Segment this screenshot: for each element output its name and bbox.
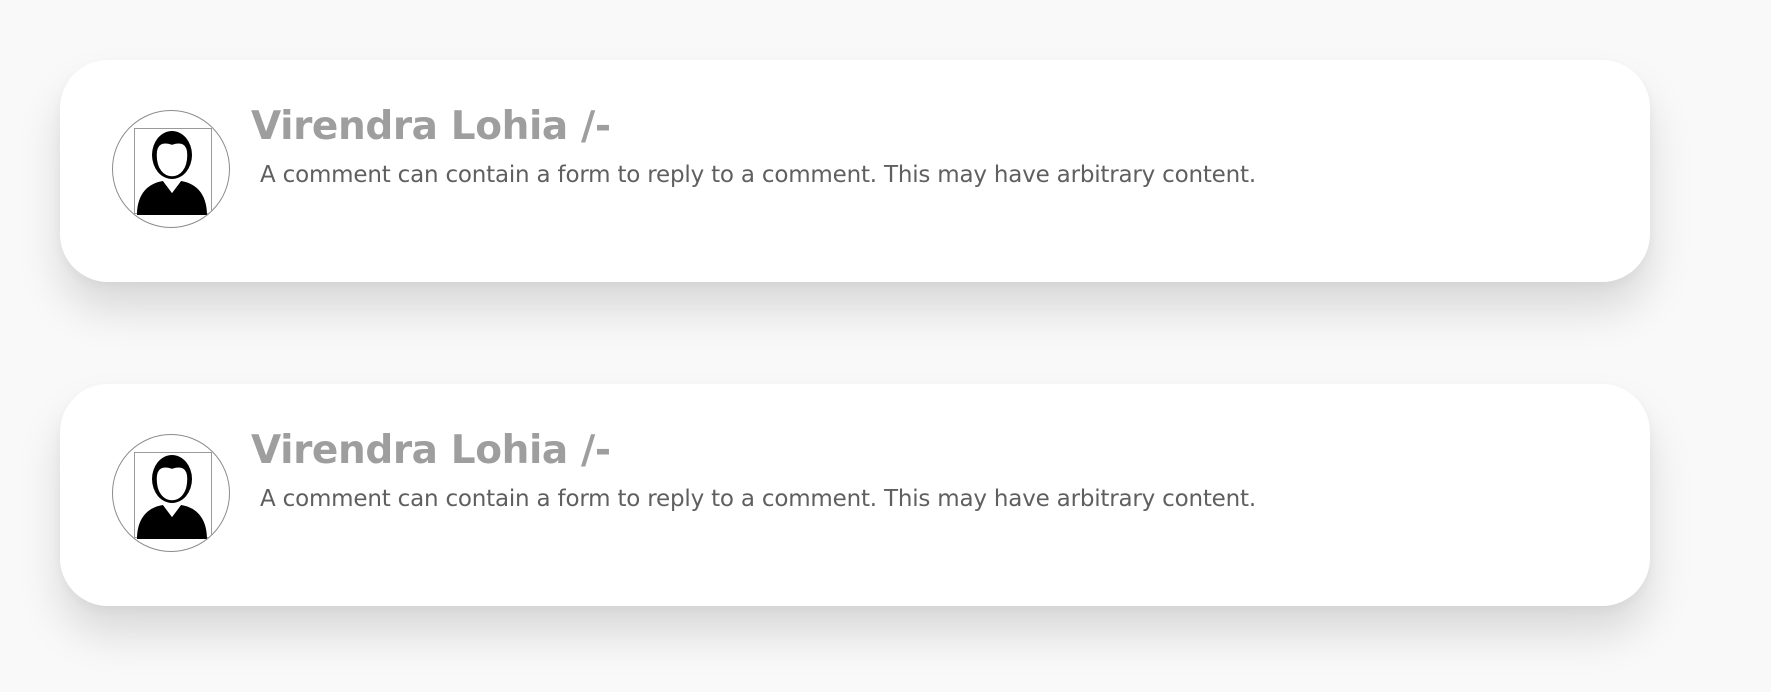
comment-author[interactable]: Virendra Lohia /- [251, 428, 611, 475]
comment-card: Virendra Lohia /- A comment can contain … [60, 384, 1650, 606]
comment-author[interactable]: Virendra Lohia /- [251, 104, 611, 151]
comment-text: A comment can contain a form to reply to… [260, 162, 1256, 188]
comment-card: Virendra Lohia /- A comment can contain … [60, 60, 1650, 282]
user-silhouette-icon [137, 131, 207, 215]
avatar[interactable] [112, 110, 230, 228]
user-silhouette-icon [137, 455, 207, 539]
comment-text: A comment can contain a form to reply to… [260, 486, 1256, 512]
avatar[interactable] [112, 434, 230, 552]
